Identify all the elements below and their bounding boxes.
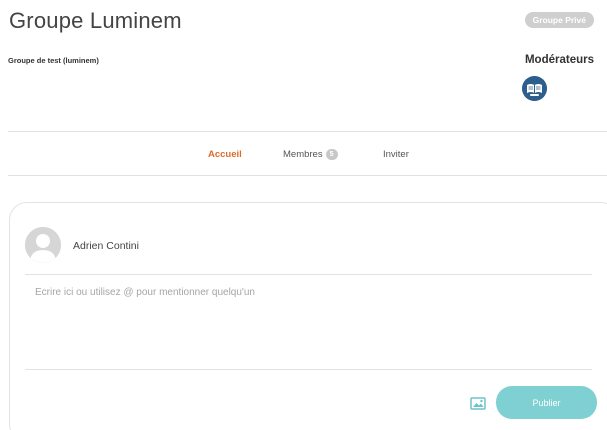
divider: [8, 131, 607, 132]
tab-inviter[interactable]: Inviter: [383, 149, 409, 160]
tab-membres[interactable]: Membres 5: [283, 149, 338, 160]
tab-label: Inviter: [383, 149, 409, 160]
avatar: [25, 227, 61, 263]
divider: [8, 175, 607, 176]
tab-label: Membres: [283, 149, 323, 160]
members-count-badge: 5: [325, 149, 338, 160]
page-title: Groupe Luminem: [9, 8, 182, 33]
post-composer: Adrien Contini Publier: [9, 202, 607, 430]
privacy-badge: Groupe Privé: [524, 12, 594, 28]
group-tabs: Accueil Membres 5 Inviter: [0, 149, 607, 163]
image-upload-button[interactable]: [470, 396, 486, 410]
tab-accueil[interactable]: Accueil: [208, 149, 242, 160]
user-silhouette-icon: [25, 227, 61, 263]
divider: [25, 274, 592, 275]
moderators-title: Modérateurs: [524, 54, 594, 66]
publish-button[interactable]: Publier: [496, 386, 597, 419]
image-upload-icon: [470, 397, 486, 410]
divider: [25, 369, 592, 370]
group-description: Groupe de test (luminem): [8, 56, 99, 65]
moderator-avatar[interactable]: [522, 76, 547, 101]
post-input[interactable]: [35, 287, 555, 357]
tab-label: Accueil: [208, 149, 242, 160]
author-name: Adrien Contini: [73, 240, 139, 252]
group-page: Groupe Luminem Groupe Privé Groupe de te…: [0, 0, 607, 430]
moderator-avatar-icon: [522, 76, 547, 101]
